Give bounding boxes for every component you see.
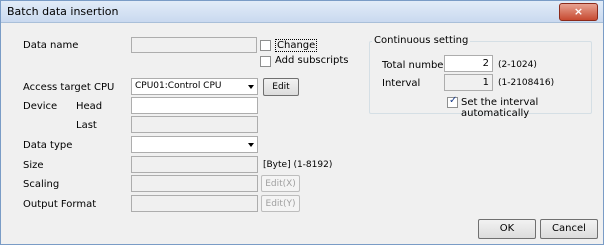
change-checkbox[interactable] bbox=[260, 40, 271, 51]
total-number-input[interactable]: 2 bbox=[444, 55, 493, 72]
size-field bbox=[131, 156, 258, 173]
auto-interval-label[interactable]: Set the interval automatically bbox=[461, 97, 603, 119]
scaling-edit-button[interactable]: Edit(X) bbox=[261, 175, 300, 192]
access-target-cpu-label: Access target CPU bbox=[23, 82, 115, 93]
device-label: Device bbox=[23, 101, 58, 112]
window-title: Batch data insertion bbox=[7, 5, 119, 18]
device-head-label: Head bbox=[76, 101, 103, 112]
scaling-label: Scaling bbox=[23, 179, 60, 190]
device-head-input[interactable] bbox=[131, 97, 258, 114]
total-number-range: (2-1024) bbox=[498, 60, 537, 70]
output-format-edit-button[interactable]: Edit(Y) bbox=[261, 195, 300, 212]
ok-button[interactable]: OK bbox=[478, 219, 536, 239]
change-checkbox-label[interactable]: Change bbox=[275, 39, 318, 52]
close-button[interactable]: × bbox=[559, 3, 598, 21]
size-label: Size bbox=[23, 160, 44, 171]
output-format-field bbox=[131, 195, 258, 212]
cancel-button[interactable]: Cancel bbox=[540, 219, 598, 239]
batch-data-insertion-dialog: Batch data insertion × Data name Change … bbox=[0, 0, 604, 245]
data-type-select[interactable] bbox=[131, 136, 258, 153]
data-name-field bbox=[131, 37, 257, 53]
interval-field: 1 bbox=[444, 74, 493, 91]
scaling-field bbox=[131, 175, 258, 192]
data-name-label: Data name bbox=[23, 40, 79, 51]
total-number-value: 2 bbox=[482, 58, 489, 69]
add-subscripts-label[interactable]: Add subscripts bbox=[275, 55, 349, 66]
output-format-label: Output Format bbox=[23, 199, 97, 210]
total-number-label: Total number bbox=[382, 60, 448, 71]
auto-interval-checkbox[interactable] bbox=[447, 95, 458, 108]
title-bar: Batch data insertion × bbox=[1, 1, 603, 23]
add-subscripts-checkbox[interactable] bbox=[260, 56, 271, 67]
device-last-label: Last bbox=[76, 120, 97, 131]
interval-range: (1-2108416) bbox=[498, 78, 555, 88]
access-target-cpu-value: CPU01:Control CPU bbox=[135, 81, 222, 91]
chevron-down-icon bbox=[248, 143, 254, 147]
size-unit-range: [Byte] (1-8192) bbox=[263, 160, 333, 170]
data-type-label: Data type bbox=[23, 140, 73, 151]
interval-value: 1 bbox=[482, 77, 489, 88]
interval-label: Interval bbox=[382, 78, 421, 89]
chevron-down-icon bbox=[248, 85, 254, 89]
device-last-field bbox=[131, 116, 258, 133]
cpu-edit-button[interactable]: Edit bbox=[263, 78, 299, 96]
continuous-setting-label: Continuous setting bbox=[372, 35, 471, 46]
access-target-cpu-select[interactable]: CPU01:Control CPU bbox=[131, 78, 258, 95]
